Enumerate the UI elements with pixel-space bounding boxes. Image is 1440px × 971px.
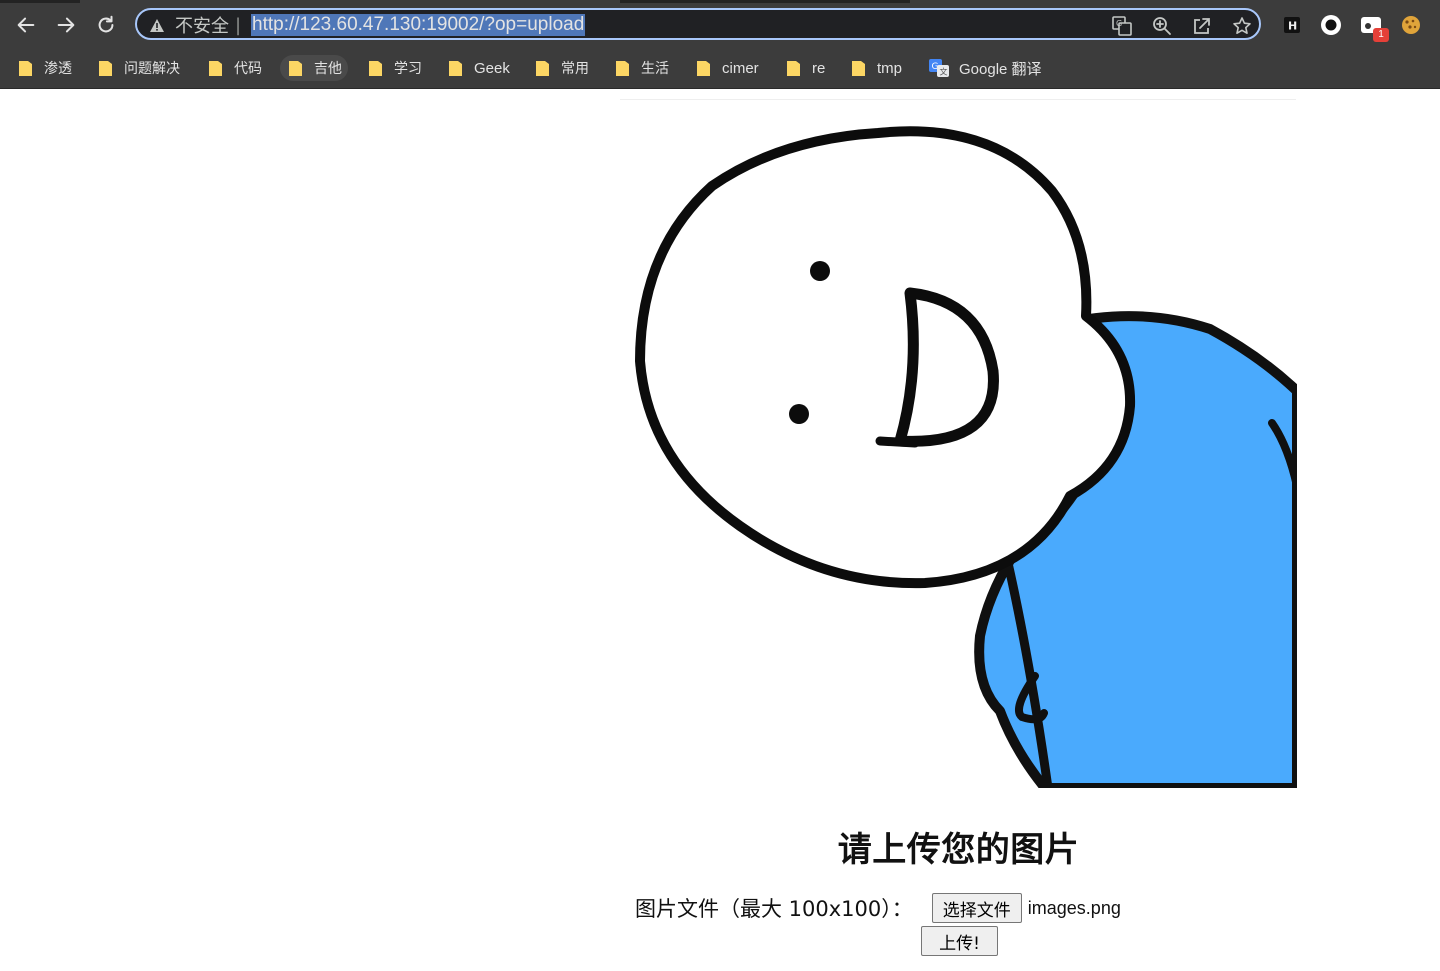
bookmark-label: 生活 [641, 61, 669, 77]
zoom-button[interactable] [1150, 14, 1174, 38]
bookmark-star-button[interactable] [1230, 14, 1254, 38]
bookmark-label: 学习 [394, 61, 422, 77]
tab-strip-edge [0, 0, 80, 3]
folder-icon [852, 60, 865, 76]
bookmark-label: 渗透 [44, 61, 72, 77]
security-divider: | [235, 14, 242, 36]
bookmark-label: re [812, 59, 826, 77]
bookmark-folder[interactable]: cimer [696, 55, 765, 81]
choose-file-button[interactable]: 选择文件 [931, 893, 1022, 923]
bookmark-label: 常用 [561, 61, 589, 77]
bookmark-folder[interactable]: 学习 [368, 55, 428, 81]
bookmark-folder[interactable]: re [786, 55, 831, 81]
bookmark-label: cimer [722, 59, 759, 77]
url-text[interactable]: http://123.60.47.130:19002/?op=upload [251, 14, 586, 36]
bookmark-label: 代码 [234, 61, 262, 77]
security-chip[interactable]: 不安全 | [149, 13, 241, 37]
share-button[interactable] [1190, 14, 1214, 38]
share-icon [1194, 18, 1210, 34]
warning-triangle-icon [150, 18, 164, 32]
folder-icon [787, 60, 800, 76]
bookmark-folder[interactable]: 生活 [615, 55, 675, 81]
svg-text:G: G [1116, 19, 1122, 28]
reload-icon [98, 15, 114, 33]
page-heading: 请上传您的图片 [837, 830, 1080, 870]
reload-button[interactable] [90, 9, 122, 41]
folder-icon [289, 60, 302, 76]
folder-icon [616, 60, 629, 76]
bookmark-folder[interactable]: 吉他 [280, 55, 348, 81]
bookmark-label: tmp [877, 59, 903, 77]
svg-text:文: 文 [940, 67, 948, 77]
bookmarks-bar: 渗透 问题解决 代码 吉他 学习 Geek 常用 生活 cimer re tmp [0, 50, 1440, 89]
bookmark-folder[interactable]: 问题解决 [98, 55, 186, 81]
folder-icon [697, 60, 710, 76]
bookmark-folder[interactable]: 常用 [535, 55, 595, 81]
bookmark-folder[interactable]: Geek [448, 55, 516, 81]
bookmark-folder[interactable]: 渗透 [18, 55, 78, 81]
folder-icon [449, 60, 462, 76]
extension-h-icon[interactable]: H [1279, 12, 1305, 38]
page-divider [620, 99, 1296, 100]
bookmark-label: 吉他 [314, 61, 342, 77]
google-translate-icon: G 文 [929, 59, 949, 77]
folder-icon [536, 60, 549, 76]
folder-icon [99, 60, 112, 76]
address-bar[interactable]: 不安全 | http://123.60.47.130:19002/?op=upl… [135, 8, 1261, 40]
forward-button[interactable] [50, 9, 82, 41]
extension-ring-icon[interactable] [1318, 12, 1344, 38]
svg-text:H: H [1288, 20, 1297, 33]
star-icon [1233, 17, 1251, 34]
meme-image [620, 101, 1297, 788]
back-button[interactable] [10, 9, 42, 41]
file-input-label: 图片文件（最大 100x100）： [635, 897, 913, 921]
bookmark-label: Geek [474, 59, 510, 77]
bookmark-link[interactable]: G 文 Google 翻译 [929, 55, 1048, 81]
file-input-row: 图片文件（最大 100x100）： 选择文件 images.png [635, 892, 1121, 924]
tab-strip-edge [620, 0, 910, 3]
translate-button[interactable]: G [1110, 14, 1134, 38]
bookmark-folder[interactable]: 代码 [208, 55, 268, 81]
browser-toolbar: 不安全 | http://123.60.47.130:19002/?op=upl… [0, 0, 1440, 50]
folder-icon [19, 60, 32, 76]
folder-icon [209, 60, 222, 76]
arrow-right-icon [57, 17, 75, 33]
arrow-left-icon [17, 17, 35, 33]
bookmark-label: 问题解决 [124, 61, 180, 77]
translate-icon: G [1112, 16, 1132, 36]
zoom-in-icon [1153, 17, 1171, 35]
security-label: 不安全 [175, 16, 229, 37]
folder-icon [369, 60, 382, 76]
extension-badge: 1 [1373, 28, 1389, 42]
cookie-icon[interactable] [1398, 12, 1424, 38]
upload-submit-button[interactable]: 上传! [921, 926, 998, 956]
selected-file-name: images.png [1027, 897, 1121, 918]
bookmark-folder[interactable]: tmp [851, 55, 908, 81]
bookmark-label: Google 翻译 [959, 60, 1042, 78]
